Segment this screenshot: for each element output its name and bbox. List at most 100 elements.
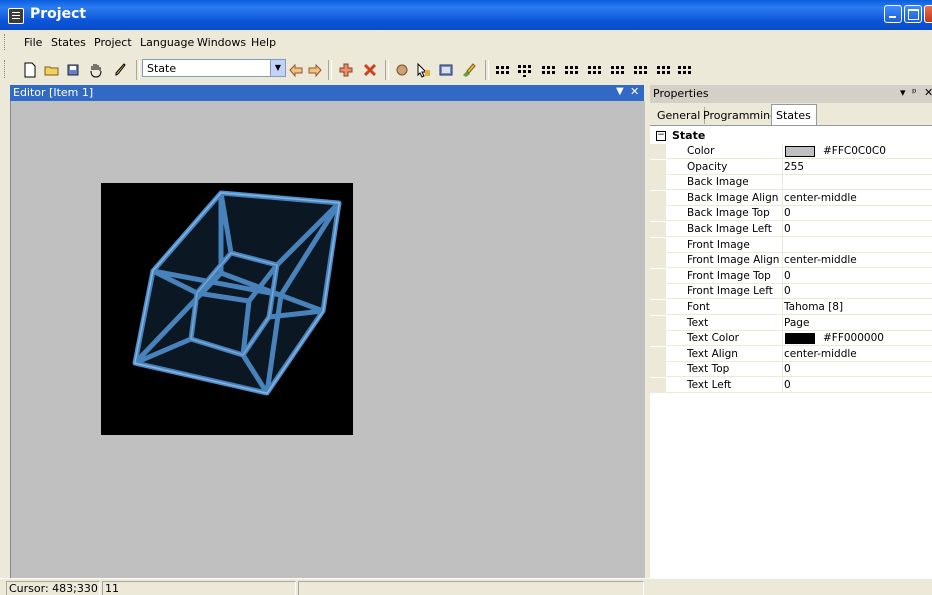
maximize-button[interactable]	[904, 5, 922, 23]
property-row[interactable]: Font Tahoma [8]	[650, 300, 932, 315]
property-value[interactable]: 0	[783, 269, 932, 284]
close-button[interactable]	[924, 5, 932, 23]
property-value[interactable]: #FF000000	[783, 331, 932, 347]
menu-bar: File States Project Language Windows Hel…	[0, 30, 932, 54]
open-folder-icon[interactable]	[44, 62, 60, 78]
row-gutter	[650, 378, 666, 393]
property-row[interactable]: Back Image Align center-middle	[650, 190, 932, 206]
chevron-down-icon[interactable]: ▼	[270, 60, 285, 76]
tesseract-image[interactable]	[101, 183, 353, 435]
toolbar	[0, 54, 932, 84]
property-row[interactable]: Front Image	[650, 237, 932, 253]
menu-windows[interactable]: Windows	[197, 36, 246, 49]
property-value-text: Page	[784, 316, 810, 329]
property-value[interactable]	[783, 238, 932, 253]
properties-icon[interactable]	[394, 62, 410, 78]
save-icon[interactable]	[65, 62, 81, 78]
property-value[interactable]	[783, 175, 932, 191]
pin-icon[interactable]: ᵖ	[912, 86, 917, 99]
paint-tool-icon[interactable]	[460, 62, 476, 78]
toolbar-grip[interactable]	[4, 60, 8, 78]
menu-project[interactable]: Project	[94, 36, 132, 49]
property-value[interactable]: center-middle	[783, 347, 932, 362]
property-value[interactable]: 0	[783, 222, 932, 237]
property-value-text: 0	[784, 363, 791, 376]
align-grid-6-icon[interactable]	[609, 62, 625, 78]
property-row[interactable]: Text Left 0	[650, 378, 932, 393]
close-icon[interactable]: ✕	[924, 86, 932, 99]
menu-grip[interactable]	[4, 34, 8, 50]
property-value[interactable]: Page	[783, 316, 932, 331]
property-value[interactable]: 0	[783, 206, 932, 222]
property-row[interactable]: Text Page	[650, 315, 932, 331]
row-gutter	[650, 206, 666, 222]
property-name: Text	[667, 315, 783, 331]
redo-arrow-icon[interactable]	[307, 62, 323, 78]
property-value[interactable]: #FFC0C0C0	[783, 144, 932, 159]
row-gutter	[650, 144, 666, 159]
property-value[interactable]: 0	[783, 284, 932, 300]
property-name: Text Align	[667, 346, 783, 362]
state-select[interactable]: State ▼	[142, 59, 286, 77]
chevron-down-icon[interactable]: ▾	[900, 86, 906, 99]
property-value[interactable]: center-middle	[783, 191, 932, 206]
tab-general[interactable]: General	[653, 107, 706, 124]
menu-file[interactable]: File	[24, 36, 42, 49]
row-gutter	[650, 222, 666, 237]
tab-programming[interactable]: Programming	[699, 107, 783, 124]
image-tool-icon[interactable]	[438, 62, 454, 78]
properties-header: Properties ▾ ᵖ ✕	[650, 85, 932, 104]
align-grid-3-icon[interactable]	[540, 62, 556, 78]
property-row[interactable]: Text Top 0	[650, 362, 932, 378]
property-value-text: #FFC0C0C0	[823, 145, 886, 157]
delete-state-icon[interactable]	[362, 62, 378, 78]
status-count: 11	[102, 581, 296, 595]
property-row[interactable]: Back Image Top 0	[650, 206, 932, 222]
property-row[interactable]: Opacity 255	[650, 159, 932, 175]
align-grid-5-icon[interactable]	[586, 62, 602, 78]
property-row[interactable]: Text Align center-middle	[650, 346, 932, 362]
property-row[interactable]: Text Color #FF000000	[650, 331, 932, 347]
menu-states[interactable]: States	[51, 36, 86, 49]
property-value[interactable]: Tahoma [8]	[783, 300, 932, 315]
property-value[interactable]: center-middle	[783, 253, 932, 269]
undo-arrow-icon[interactable]	[288, 62, 304, 78]
cursor-readout: Cursor: 483;330	[6, 581, 100, 595]
property-row[interactable]: Back Image Left 0	[650, 222, 932, 237]
property-grid: − State Color #FFC0C0C0 Opacity 255 Back Ima…	[650, 126, 932, 578]
property-value-text: 255	[784, 160, 805, 173]
chevron-down-icon[interactable]: ▼	[616, 86, 624, 97]
align-grid-2-icon[interactable]	[516, 62, 532, 78]
section-state[interactable]: − State	[650, 129, 932, 144]
close-icon[interactable]: ✕	[630, 85, 639, 98]
align-grid-4-icon[interactable]	[563, 62, 579, 78]
property-name: Front Image	[667, 237, 783, 253]
section-title: State	[672, 129, 706, 142]
collapse-icon[interactable]: −	[656, 131, 666, 141]
cursor-tool-icon[interactable]	[415, 62, 431, 78]
new-file-icon[interactable]	[22, 62, 38, 78]
property-row[interactable]: Front Image Top 0	[650, 268, 932, 284]
property-row[interactable]: Back Image	[650, 175, 932, 191]
property-row[interactable]: Front Image Align center-middle	[650, 253, 932, 269]
property-row[interactable]: Color #FFC0C0C0	[650, 144, 932, 159]
hand-pan-icon[interactable]	[88, 62, 104, 78]
add-state-icon[interactable]	[338, 62, 354, 78]
pencil-icon[interactable]	[112, 62, 128, 78]
property-value[interactable]: 0	[783, 378, 932, 393]
tab-states[interactable]: States	[771, 104, 817, 125]
property-row[interactable]: Front Image Left 0	[650, 284, 932, 300]
menu-language[interactable]: Language	[140, 36, 194, 49]
align-grid-8-icon[interactable]	[655, 62, 671, 78]
toolbar-separator	[485, 60, 489, 80]
property-value[interactable]: 0	[783, 362, 932, 378]
app-icon[interactable]	[8, 8, 24, 24]
toolbar-separator	[136, 60, 140, 80]
minimize-button[interactable]	[884, 5, 902, 23]
properties-panel: Properties ▾ ᵖ ✕ General Programming Sta…	[650, 85, 932, 578]
align-grid-1-icon[interactable]	[494, 62, 510, 78]
property-value[interactable]: 255	[783, 160, 932, 175]
align-grid-9-icon[interactable]	[676, 62, 692, 78]
align-grid-7-icon[interactable]	[632, 62, 648, 78]
menu-help[interactable]: Help	[251, 36, 276, 49]
